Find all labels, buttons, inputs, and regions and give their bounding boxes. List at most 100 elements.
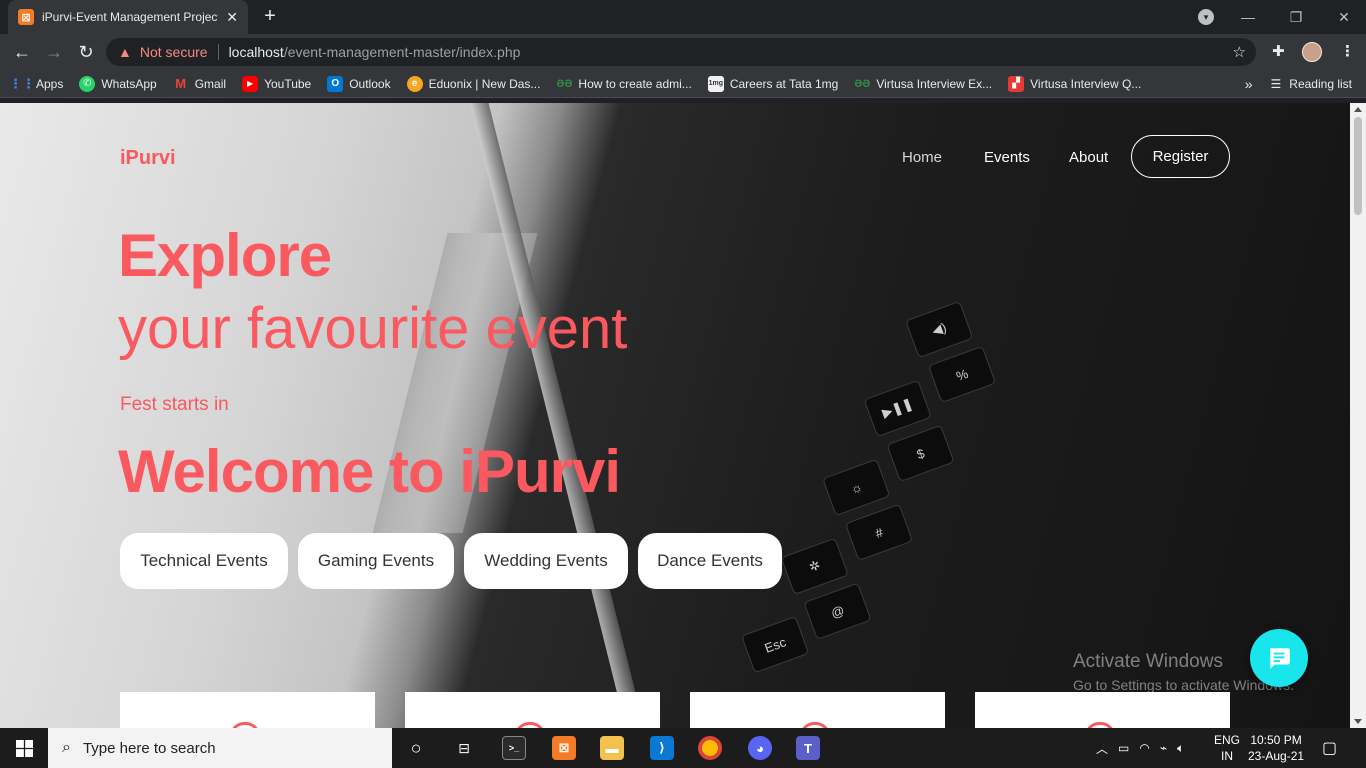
tata-1mg-icon: 1mg xyxy=(707,75,724,92)
bookmarks-right-group: » ☰ Reading list xyxy=(1245,76,1352,92)
minimize-button[interactable]: — xyxy=(1230,0,1266,34)
bookmark-gmail[interactable]: M Gmail xyxy=(173,76,226,92)
windows-taskbar: ⌕ Type here to search ○ ⊟ >_ ⊠ ▬ ⟩ ◕ T ︿… xyxy=(0,728,1366,768)
taskbar-clock[interactable]: 10:50 PM 23-Aug-21 xyxy=(1248,732,1304,764)
register-button[interactable]: Register xyxy=(1131,135,1230,178)
nav-home[interactable]: Home xyxy=(902,149,942,166)
browser-tab-strip: ⊠ iPurvi-Event Management Project ✕ + ▾ … xyxy=(0,0,1366,34)
discord-icon[interactable]: ◕ xyxy=(748,736,772,760)
keyboard-key: Esc xyxy=(741,615,810,674)
feature-card[interactable] xyxy=(405,692,660,728)
tab-search-icon[interactable]: ▾ xyxy=(1198,9,1214,25)
whatsapp-icon: ✆ xyxy=(79,75,96,92)
language-indicator[interactable]: ENG IN xyxy=(1214,732,1240,764)
bookmark-label: Apps xyxy=(36,76,64,91)
scroll-up-arrow-icon[interactable] xyxy=(1354,107,1362,112)
bookmark-label: Virtusa Interview Ex... xyxy=(876,76,993,91)
notifications-icon[interactable]: ▢ xyxy=(1322,728,1337,768)
bookmark-label: Careers at Tata 1mg xyxy=(729,76,839,91)
search-placeholder: Type here to search xyxy=(82,739,216,757)
browser-menu-icon[interactable]: ⋮ xyxy=(1340,42,1355,60)
browser-toolbar: ← → ↻ ▲ Not secure localhost /event-mana… xyxy=(0,34,1366,70)
outlook-icon: O xyxy=(327,75,344,92)
keyboard-key: $ xyxy=(886,424,955,483)
more-bookmarks-chevron-icon[interactable]: » xyxy=(1245,76,1253,92)
url-path: /event-management-master/index.php xyxy=(283,44,521,60)
site-logo[interactable]: iPurvi xyxy=(120,147,176,170)
keyboard-key: ◀) xyxy=(905,300,974,359)
bookmark-geeksforgeeks-2[interactable]: ƏƏ Virtusa Interview Ex... xyxy=(854,76,992,92)
url-host: localhost xyxy=(228,44,284,60)
extensions-puzzle-icon[interactable]: ✚ xyxy=(1272,42,1285,60)
eduonix-icon: e xyxy=(406,75,423,92)
bookmark-apps[interactable]: ⋮⋮ Apps xyxy=(9,75,64,92)
fest-countdown-label: Fest starts in xyxy=(120,394,229,415)
language-region: IN xyxy=(1221,749,1233,763)
bookmark-star-icon[interactable]: ☆ xyxy=(1233,43,1246,61)
battery-icon[interactable]: ▭ xyxy=(1118,741,1129,755)
bookmark-tata-1mg[interactable]: 1mg Careers at Tata 1mg xyxy=(707,75,839,92)
vscode-icon[interactable]: ⟩ xyxy=(650,736,674,760)
page-scrollbar[interactable] xyxy=(1350,103,1366,728)
task-view-icon[interactable]: ⊟ xyxy=(452,736,476,760)
browser-tab-active[interactable]: ⊠ iPurvi-Event Management Project ✕ xyxy=(8,0,248,34)
language-code: ENG xyxy=(1214,733,1241,747)
feature-card[interactable] xyxy=(975,692,1230,728)
close-window-button[interactable]: ✕ xyxy=(1324,0,1364,34)
tab-close-icon[interactable]: ✕ xyxy=(226,9,238,26)
bookmark-outlook[interactable]: O Outlook xyxy=(327,75,391,92)
nav-events[interactable]: Events xyxy=(984,149,1030,166)
scrollbar-thumb[interactable] xyxy=(1354,117,1362,215)
bookmark-label: Outlook xyxy=(349,76,391,91)
bookmark-label: Gmail xyxy=(194,76,227,91)
volume-icon[interactable]: 🔈︎ xyxy=(1177,741,1184,756)
chat-widget-button[interactable] xyxy=(1250,629,1308,687)
xampp-icon[interactable]: ⊠ xyxy=(552,736,576,760)
technical-events-button[interactable]: Technical Events xyxy=(120,533,288,589)
feature-card[interactable] xyxy=(690,692,945,728)
keyboard-key: @ xyxy=(803,582,872,641)
forward-arrow-icon[interactable]: → xyxy=(42,40,66,64)
bookmark-whatsapp[interactable]: ✆ WhatsApp xyxy=(79,75,157,92)
tray-chevron-up-icon[interactable]: ︿ xyxy=(1096,740,1108,757)
back-arrow-icon[interactable]: ← xyxy=(10,40,34,64)
taskbar-search-box[interactable]: ⌕ Type here to search xyxy=(48,728,392,768)
geeksforgeeks-icon: ƏƏ xyxy=(556,77,573,90)
scroll-down-arrow-icon[interactable] xyxy=(1354,719,1362,724)
gmail-icon: M xyxy=(175,76,187,91)
terminal-icon[interactable]: >_ xyxy=(502,736,526,760)
feature-card[interactable] xyxy=(120,692,375,728)
wedding-events-button[interactable]: Wedding Events xyxy=(464,533,628,589)
dance-events-button[interactable]: Dance Events xyxy=(638,533,782,589)
warning-triangle-icon[interactable]: ▲ xyxy=(118,44,132,60)
keyboard-key: % xyxy=(927,345,997,404)
system-tray: ︿ ▭ ◠ ⌁ 🔈︎ xyxy=(1096,728,1184,768)
bookmark-eduonix[interactable]: e Eduonix | New Das... xyxy=(406,75,540,92)
restore-button[interactable]: ❐ xyxy=(1278,0,1314,34)
teams-icon[interactable]: T xyxy=(796,736,820,760)
virtusa-icon: ▞ xyxy=(1008,75,1025,92)
bookmark-youtube[interactable]: ▶ YouTube xyxy=(242,75,311,92)
reading-list-label: Reading list xyxy=(1289,77,1352,91)
wifi-icon[interactable]: ◠ xyxy=(1139,741,1149,755)
chat-bubble-icon xyxy=(1270,648,1290,669)
reading-list-button[interactable]: ☰ Reading list xyxy=(1271,77,1352,91)
nav-about[interactable]: About xyxy=(1069,149,1108,166)
file-explorer-icon[interactable]: ▬ xyxy=(600,736,624,760)
address-divider xyxy=(217,44,219,60)
cortana-circle-icon[interactable]: ○ xyxy=(404,736,428,760)
windows-start-button[interactable] xyxy=(0,728,48,768)
network-icon[interactable]: ⌁ xyxy=(1160,741,1167,755)
reload-icon[interactable]: ↻ xyxy=(74,40,98,64)
security-status[interactable]: Not secure xyxy=(140,44,208,60)
address-bar[interactable]: ▲ Not secure localhost /event-management… xyxy=(106,38,1256,66)
bookmark-geeksforgeeks-1[interactable]: ƏƏ How to create admi... xyxy=(556,76,691,92)
profile-avatar[interactable] xyxy=(1302,42,1322,62)
bookmark-label: How to create admi... xyxy=(578,76,692,91)
gaming-events-button[interactable]: Gaming Events xyxy=(298,533,454,589)
new-tab-button[interactable]: + xyxy=(260,5,280,29)
chrome-icon[interactable] xyxy=(698,736,722,760)
clock-date: 23-Aug-21 xyxy=(1248,749,1305,763)
apps-grid-icon: ⋮⋮ xyxy=(9,75,35,91)
bookmark-virtusa[interactable]: ▞ Virtusa Interview Q... xyxy=(1008,75,1141,92)
